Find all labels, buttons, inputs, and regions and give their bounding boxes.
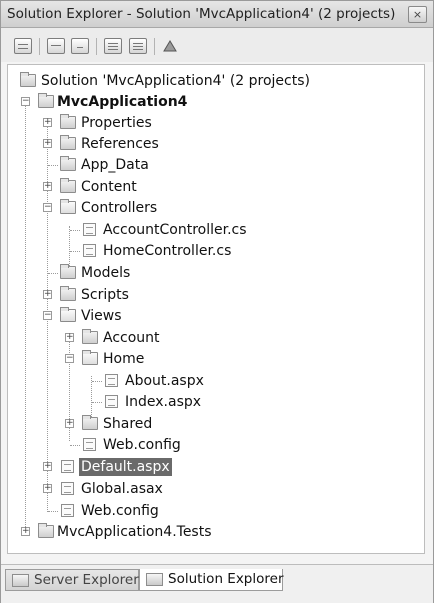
tree-item-label: MvcApplication4.Tests [57, 524, 212, 540]
expand-toggle[interactable]: + [65, 419, 74, 428]
solution-explorer-window: Solution Explorer - Solution 'MvcApplica… [0, 0, 434, 603]
solution-explorer-icon [146, 573, 163, 586]
collapse-toggle[interactable]: − [43, 311, 52, 320]
toolbar-separator [39, 38, 40, 55]
expand-toggle[interactable]: + [21, 527, 30, 536]
tab-label: Solution Explorer [168, 571, 284, 587]
properties-icon[interactable] [14, 38, 32, 54]
tree-guide [48, 273, 58, 274]
tree-guide [92, 402, 102, 403]
window-title: Solution Explorer - Solution 'MvcApplica… [7, 6, 396, 22]
tree-item-label: Shared [103, 416, 153, 432]
tree-item-label: Web.config [81, 503, 159, 519]
csharp-file-icon [83, 223, 96, 236]
folder-icon [60, 178, 76, 193]
toolbar-separator [154, 38, 155, 55]
tree-item-label: Account [103, 330, 160, 346]
tree-guide [25, 97, 26, 527]
test-project-icon [38, 523, 54, 538]
solution-tree[interactable]: Solution 'MvcApplication4' (2 projects) … [7, 64, 425, 554]
tree-item-label: About.aspx [125, 373, 204, 389]
tree-item-label: AccountController.cs [103, 222, 247, 238]
refresh-icon[interactable] [71, 38, 89, 54]
tree-item-label: Index.aspx [125, 394, 202, 410]
tree-item-label: Global.asax [81, 481, 163, 497]
title-bar[interactable]: Solution Explorer - Solution 'MvcApplica… [1, 1, 433, 28]
csharp-file-icon [83, 244, 96, 257]
web-project-icon [38, 93, 54, 108]
expand-toggle[interactable]: + [43, 182, 52, 191]
folder-icon [60, 264, 76, 279]
tree-item-label: HomeController.cs [103, 243, 232, 259]
folder-icon [60, 286, 76, 301]
tree-guide [91, 376, 92, 417]
tree-item-label: Models [81, 265, 131, 281]
toolbar-separator [96, 38, 97, 55]
tab-server-explorer[interactable]: Server Explorer [5, 569, 139, 591]
view-designer-icon[interactable] [129, 38, 147, 54]
folder-icon [82, 415, 98, 430]
expand-toggle[interactable]: + [43, 139, 52, 148]
tree-guide [70, 230, 80, 231]
tree-guide [48, 511, 58, 512]
expand-toggle[interactable]: + [43, 290, 52, 299]
toolbar [1, 28, 433, 62]
tab-solution-explorer[interactable]: Solution Explorer [139, 569, 284, 591]
collapse-toggle[interactable]: − [21, 97, 30, 106]
tree-guide [70, 445, 80, 446]
tree-guide [70, 251, 80, 252]
server-explorer-icon [12, 574, 29, 587]
tab-label: Server Explorer [34, 572, 139, 588]
tree-item-label: Solution 'MvcApplication4' (2 projects) [41, 73, 310, 89]
tree-item-label: App_Data [81, 157, 149, 173]
tree-item-label: Views [81, 308, 122, 324]
expand-toggle[interactable]: + [43, 118, 52, 127]
references-icon [60, 135, 76, 150]
solution-icon [20, 72, 36, 87]
class-diagram-icon[interactable] [161, 38, 179, 54]
tree-guide [48, 165, 58, 166]
tree-item-label: Scripts [81, 287, 129, 303]
aspx-file-icon [105, 374, 118, 387]
tree-item-label: References [81, 136, 159, 152]
tree-item-label: Home [103, 351, 145, 367]
aspx-file-icon [61, 460, 74, 473]
tree-guide [92, 381, 102, 382]
aspx-file-icon [105, 395, 118, 408]
view-code-icon[interactable] [104, 38, 122, 54]
show-all-files-icon[interactable] [47, 38, 65, 54]
tree-item-label: MvcApplication4 [57, 94, 188, 110]
expand-toggle[interactable]: + [65, 333, 74, 342]
tree-item-label: Controllers [81, 200, 158, 216]
collapse-toggle[interactable]: − [43, 203, 52, 212]
config-file-icon [61, 504, 74, 517]
folder-icon [60, 156, 76, 171]
folder-open-icon [82, 350, 98, 365]
tree-item-label: Properties [81, 115, 152, 131]
tree-item-label: Web.config [103, 437, 181, 453]
expand-toggle[interactable]: + [43, 484, 52, 493]
close-button[interactable]: × [408, 6, 427, 23]
tree-item-label: Content [81, 179, 137, 195]
config-file-icon [83, 438, 96, 451]
collapse-toggle[interactable]: − [65, 354, 74, 363]
bottom-tab-strip: Server Explorer Solution Explorer [1, 564, 433, 603]
tree-item-label: Default.aspx [79, 458, 172, 476]
folder-icon [82, 329, 98, 344]
global-asax-icon [61, 482, 74, 495]
folder-open-icon [60, 199, 76, 214]
expand-toggle[interactable]: + [43, 462, 52, 471]
folder-open-icon [60, 307, 76, 322]
properties-folder-icon [60, 114, 76, 129]
tree-guide [69, 226, 70, 266]
